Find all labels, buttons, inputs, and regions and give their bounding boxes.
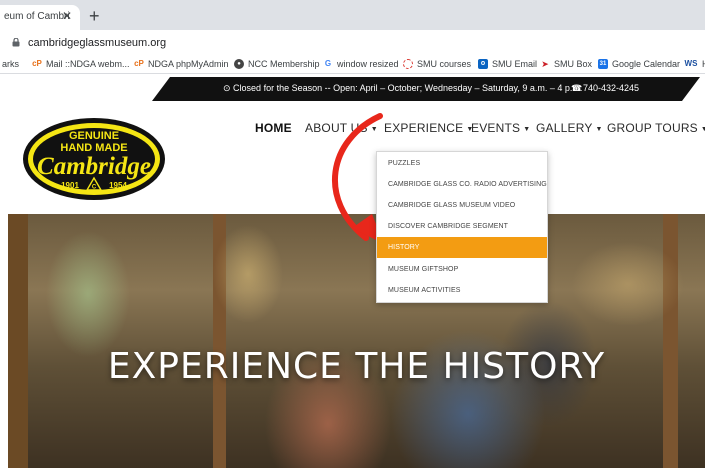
ws-icon: WS bbox=[684, 59, 698, 68]
logo-year-left: 1901 bbox=[61, 181, 79, 190]
nav-experience-label: EXPERIENCE bbox=[384, 121, 464, 135]
calendar-icon: 31 bbox=[598, 59, 608, 69]
menu-item-museum-video[interactable]: CAMBRIDGE GLASS MUSEUM VIDEO bbox=[377, 195, 547, 216]
bookmark-label: SMU Email bbox=[492, 59, 538, 69]
bookmark-item[interactable]: WS H bbox=[684, 59, 705, 69]
globe-icon: ● bbox=[234, 59, 244, 69]
bookmark-item[interactable]: arks bbox=[2, 59, 19, 69]
nav-events[interactable]: EVENTS ▼ bbox=[471, 121, 530, 135]
tab-title: eum of Cambri bbox=[4, 11, 70, 22]
logo-triangle-letter: C bbox=[92, 185, 97, 191]
bookmark-item[interactable]: G window resized bbox=[323, 59, 399, 69]
bookmark-label: Mail ::NDGA webm... bbox=[46, 59, 130, 69]
nav-group-tours-label: GROUP TOURS bbox=[607, 121, 698, 135]
nav-home[interactable]: HOME bbox=[255, 121, 292, 135]
cpanel-icon: cP bbox=[134, 59, 144, 68]
site-info-bar: ⊙ Closed for the Season -- Open: April –… bbox=[0, 77, 705, 101]
nav-gallery[interactable]: GALLERY ▼ bbox=[536, 121, 603, 135]
phone-icon: ☎ bbox=[571, 83, 583, 93]
nav-gallery-label: GALLERY bbox=[536, 121, 593, 135]
experience-dropdown-menu: PUZZLES CAMBRIDGE GLASS CO. RADIO ADVERT… bbox=[376, 151, 548, 303]
caret-down-icon: ▼ bbox=[595, 126, 603, 133]
bookmark-label: window resized bbox=[337, 59, 399, 69]
lock-icon bbox=[12, 38, 20, 47]
url-text: cambridgeglassmuseum.org bbox=[28, 37, 167, 49]
caret-down-icon: ▼ bbox=[370, 126, 378, 133]
site-header: GENUINE HAND MADE Cambridge 1901 1954 C … bbox=[0, 101, 705, 214]
caret-down-icon: ▼ bbox=[523, 126, 531, 133]
museum-logo[interactable]: GENUINE HAND MADE Cambridge 1901 1954 C bbox=[20, 115, 168, 203]
google-icon: G bbox=[324, 59, 332, 68]
nav-group-tours[interactable]: GROUP TOURS ▼ bbox=[607, 121, 705, 135]
bookmark-item[interactable]: cP Mail ::NDGA webm... bbox=[32, 59, 130, 69]
menu-item-giftshop[interactable]: MUSEUM GIFTSHOP bbox=[377, 259, 547, 280]
bookmark-item[interactable]: 31 Google Calendar bbox=[598, 59, 680, 69]
bookmark-item[interactable]: o SMU Email bbox=[478, 59, 537, 69]
browser-tab-bar: eum of Cambri ✕ + bbox=[0, 0, 705, 30]
mustang-icon: ➤ bbox=[541, 59, 549, 69]
hours-label: Closed for the Season -- Open: April – O… bbox=[233, 83, 583, 93]
phone-number[interactable]: 740-432-4245 bbox=[583, 83, 639, 93]
hero-title: EXPERIENCE THE HISTORY bbox=[107, 346, 606, 387]
cpanel-icon: cP bbox=[32, 59, 42, 68]
bookmark-label: SMU Box bbox=[554, 59, 593, 69]
bookmark-label: NDGA phpMyAdmin bbox=[148, 59, 229, 69]
bookmark-item[interactable]: ● NCC Membership bbox=[234, 59, 320, 69]
menu-item-radio-advertising[interactable]: CAMBRIDGE GLASS CO. RADIO ADVERTISING bbox=[377, 174, 547, 195]
bookmark-item[interactable]: SMU courses bbox=[403, 59, 471, 69]
bookmark-label: NCC Membership bbox=[248, 59, 320, 69]
menu-item-discover-segment[interactable]: DISCOVER CAMBRIDGE SEGMENT bbox=[377, 216, 547, 237]
logo-line1: GENUINE bbox=[69, 130, 119, 142]
logo-script: Cambridge bbox=[37, 153, 151, 180]
caret-down-icon: ▼ bbox=[700, 126, 705, 133]
outlook-icon: o bbox=[478, 59, 488, 69]
menu-item-history[interactable]: HISTORY bbox=[377, 237, 547, 258]
hero-banner: EXPERIENCE THE HISTORY bbox=[8, 214, 705, 468]
bookmark-item[interactable]: cP NDGA phpMyAdmin bbox=[134, 59, 229, 69]
bookmarks-bar: arks cP Mail ::NDGA webm... cP NDGA phpM… bbox=[0, 56, 705, 74]
bookmark-label: Google Calendar bbox=[612, 59, 681, 69]
address-bar[interactable]: cambridgeglassmuseum.org bbox=[0, 30, 705, 56]
menu-item-puzzles[interactable]: PUZZLES bbox=[377, 153, 547, 174]
nav-events-label: EVENTS bbox=[471, 121, 521, 135]
hours-text: ⊙ Closed for the Season -- Open: April –… bbox=[223, 83, 583, 93]
bookmark-item[interactable]: ➤ SMU Box bbox=[540, 59, 592, 69]
nav-about-us[interactable]: ABOUT US ▼ bbox=[305, 121, 378, 135]
hero-photo bbox=[8, 214, 705, 468]
bookmark-label: arks bbox=[2, 59, 20, 69]
new-tab-icon[interactable]: + bbox=[89, 7, 100, 25]
close-tab-icon[interactable]: ✕ bbox=[62, 10, 72, 22]
logo-year-right: 1954 bbox=[109, 181, 127, 190]
menu-item-activities[interactable]: MUSEUM ACTIVITIES bbox=[377, 280, 547, 301]
smu-icon bbox=[403, 59, 413, 69]
nav-about-label: ABOUT US bbox=[305, 121, 368, 135]
bookmark-label: SMU courses bbox=[417, 59, 472, 69]
nav-experience[interactable]: EXPERIENCE ▼ bbox=[384, 121, 474, 135]
